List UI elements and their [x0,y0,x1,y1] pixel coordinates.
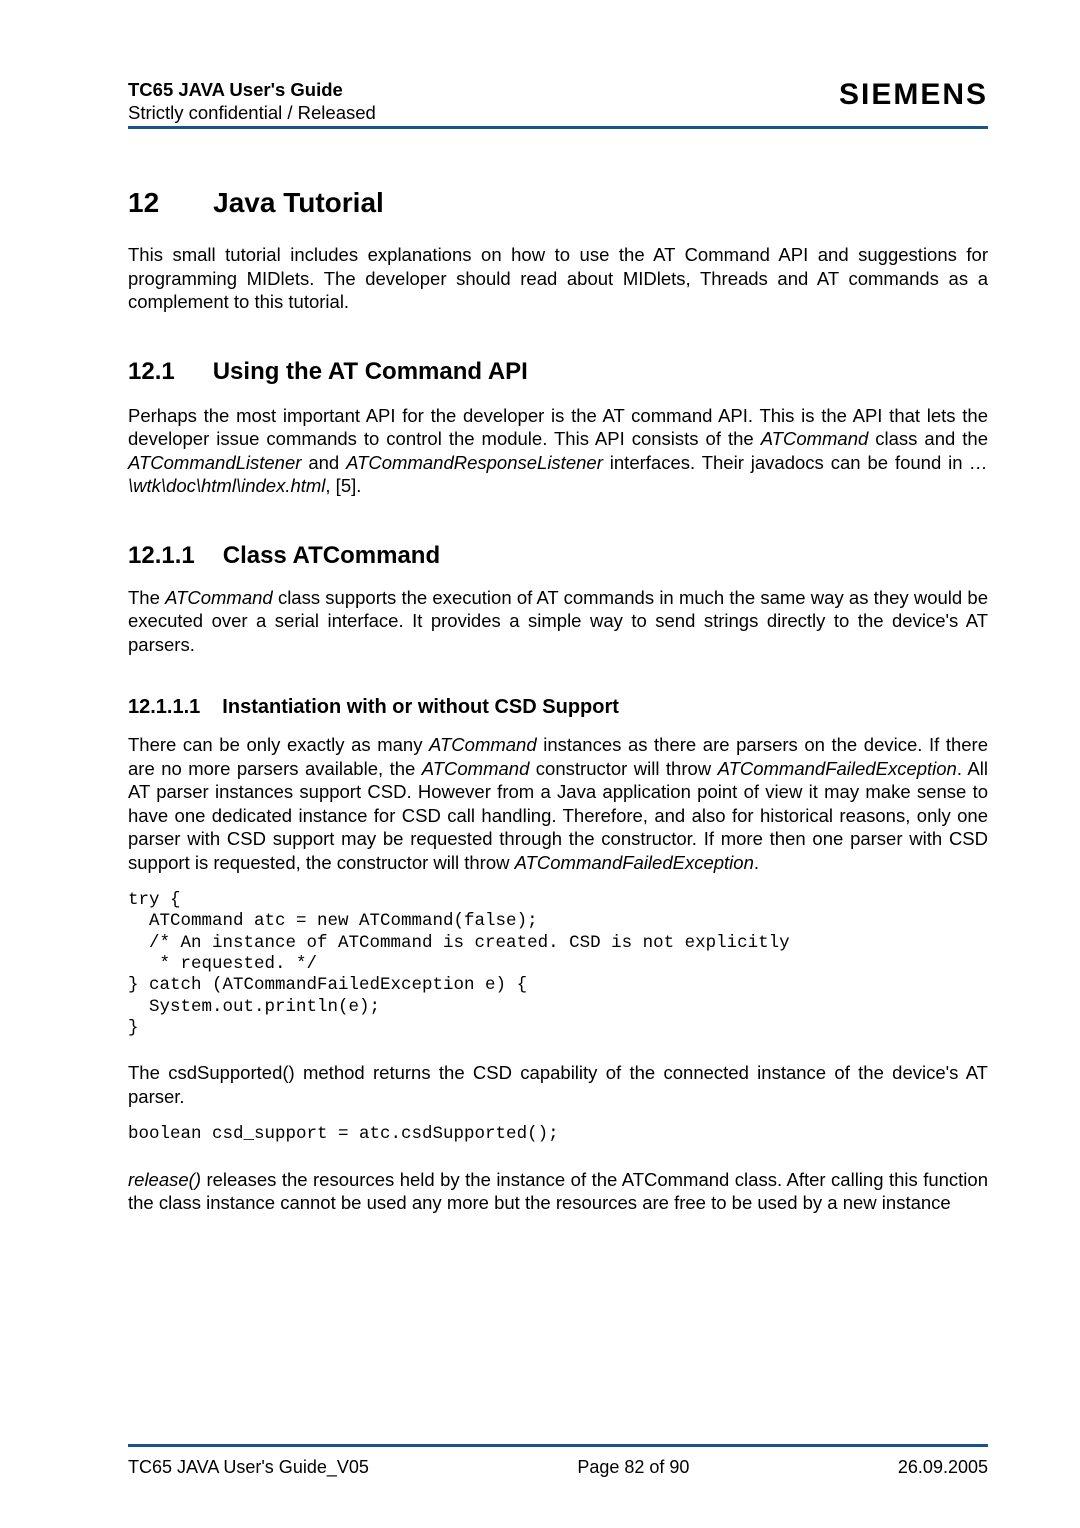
chapter-number: 12 [128,187,159,219]
section-12-1-1-1-para1: There can be only exactly as many ATComm… [128,733,988,874]
section-12-1-1-1-para2: The csdSupported() method returns the CS… [128,1061,988,1108]
footer-center: Page 82 of 90 [577,1457,689,1478]
text-run: constructor will throw [529,758,717,779]
footer-divider [128,1444,988,1447]
text-run: The [128,587,165,608]
text-run: interfaces. Their javadocs can be found … [603,452,970,473]
chapter-intro: This small tutorial includes explanation… [128,243,988,313]
text-run: releases the resources held by the insta… [128,1169,988,1213]
text-italic: ATCommandFailedException [718,758,957,779]
text-italic: release() [128,1169,201,1190]
page-footer: TC65 JAVA User's Guide_V05 Page 82 of 90… [128,1444,988,1478]
text-run: class and the [868,428,988,449]
section-12-1-1-1-title: Instantiation with or without CSD Suppor… [222,696,619,718]
page-header: TC65 JAVA User's Guide Strictly confiden… [128,78,988,124]
section-12-1-paragraph: Perhaps the most important API for the d… [128,404,988,498]
doc-title: TC65 JAVA User's Guide [128,78,376,101]
text-italic: ATCommandResponseListener [346,452,603,473]
header-divider [128,126,988,129]
footer-right: 26.09.2005 [898,1457,988,1478]
footer-left: TC65 JAVA User's Guide_V05 [128,1457,369,1478]
section-12-1-1-paragraph: The ATCommand class supports the executi… [128,586,988,656]
text-italic: ATCommand [165,587,273,608]
header-left: TC65 JAVA User's Guide Strictly confiden… [128,78,376,124]
code-block-2: boolean csd_support = atc.csdSupported()… [128,1124,988,1145]
brand-logo: SIEMENS [839,78,988,112]
text-italic: ATCommand [422,758,530,779]
section-12-1-heading: 12.1 Using the AT Command API [128,358,988,386]
text-italic: ATCommandListener [128,452,301,473]
text-run: and [301,452,346,473]
section-12-1-1-1-heading: 12.1.1.1 Instantiation with or without CS… [128,696,988,719]
chapter-heading: 12 Java Tutorial [128,187,988,219]
text-run: , [5]. [325,475,361,496]
section-12-1-title: Using the AT Command API [213,358,528,385]
section-12-1-1-title: Class ATCommand [223,542,440,569]
text-run: . [754,852,759,873]
text-italic: ATCommand [429,734,537,755]
section-12-1-number: 12.1 [128,358,175,386]
text-italic: ATCommandFailedException [515,852,754,873]
text-italic: ATCommand [761,428,869,449]
section-12-1-1-heading: 12.1.1 Class ATCommand [128,542,988,570]
section-12-1-1-number: 12.1.1 [128,542,195,570]
doc-subtitle: Strictly confidential / Released [128,101,376,124]
section-12-1-1-1-para3: release() releases the resources held by… [128,1168,988,1215]
text-run: There can be only exactly as many [128,734,429,755]
section-12-1-1-1-number: 12.1.1.1 [128,696,200,719]
code-block-1: try { ATCommand atc = new ATCommand(fals… [128,890,988,1039]
chapter-title: Java Tutorial [213,187,384,218]
